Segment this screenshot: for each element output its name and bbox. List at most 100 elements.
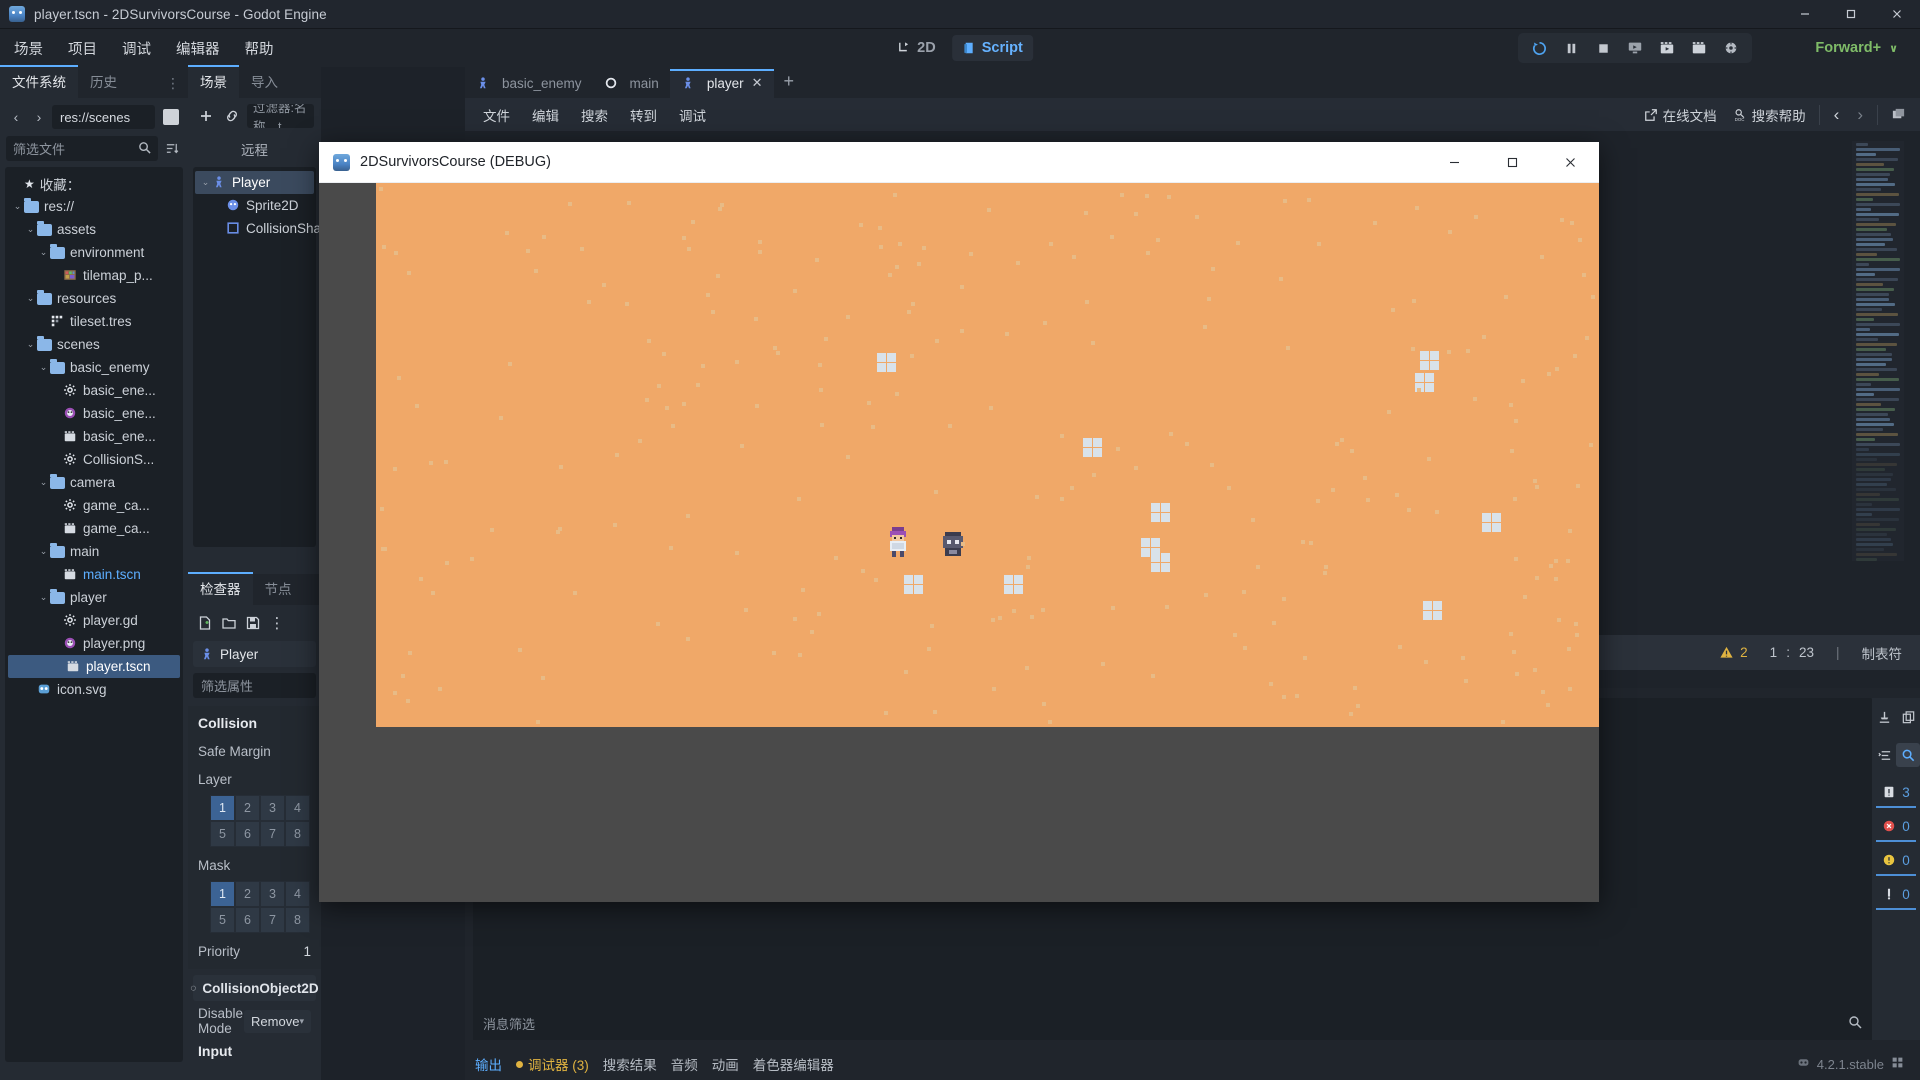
- clear-output-icon[interactable]: [1872, 705, 1896, 729]
- filesystem-item[interactable]: ⌄ main: [5, 540, 183, 563]
- editor-tab-player[interactable]: player ✕: [669, 69, 774, 98]
- collision-object-2d-header[interactable]: ◌ CollisionObject2D: [190, 975, 319, 1001]
- close-button[interactable]: [1874, 0, 1920, 29]
- bottom-tab[interactable]: 搜索结果: [603, 1054, 657, 1074]
- filesystem-item[interactable]: ⌄ basic_enemy: [5, 356, 183, 379]
- filesystem-item[interactable]: basic_ene...: [5, 425, 183, 448]
- nav-forward-button[interactable]: ›: [1848, 105, 1872, 125]
- save-resource-icon[interactable]: [242, 612, 264, 634]
- search-icon[interactable]: [1848, 1015, 1862, 1032]
- mask-bit-grid[interactable]: 1234 5678: [210, 881, 321, 933]
- menu-editor[interactable]: 编辑器: [165, 34, 231, 63]
- collision-bit[interactable]: 7: [260, 907, 285, 933]
- current-path-display[interactable]: res://scenes: [52, 105, 155, 129]
- collision-bit[interactable]: 6: [235, 821, 260, 847]
- chevron-down-icon[interactable]: ⌄: [37, 247, 50, 258]
- script-menu-debug[interactable]: 调试: [669, 101, 716, 129]
- filesystem-tree[interactable]: ★ 收藏： ⌄ res:// ⌄ assets ⌄ environment tilemap_p.…: [5, 167, 183, 1062]
- filesystem-item[interactable]: CollisionS...: [5, 448, 183, 471]
- filesystem-item[interactable]: icon.svg: [5, 678, 183, 701]
- close-icon[interactable]: ✕: [752, 75, 763, 91]
- collision-bit[interactable]: 2: [235, 881, 260, 907]
- run-project-icon[interactable]: [1524, 35, 1554, 61]
- bottom-tab[interactable]: 动画: [712, 1054, 739, 1074]
- collision-bit[interactable]: 8: [285, 821, 310, 847]
- scene-node-tree[interactable]: ⌄ Player Sprite2D CollisionSha: [193, 167, 321, 547]
- editor-tab-main[interactable]: main: [593, 70, 670, 98]
- filesystem-item[interactable]: player.gd: [5, 609, 183, 632]
- chevron-down-icon[interactable]: ⌄: [24, 224, 37, 235]
- filesystem-item[interactable]: game_ca...: [5, 517, 183, 540]
- filesystem-item[interactable]: player.tscn: [8, 655, 180, 678]
- chevron-down-icon[interactable]: ⌄: [11, 201, 24, 212]
- pause-icon[interactable]: [1556, 35, 1586, 61]
- filesystem-item[interactable]: basic_ene...: [5, 402, 183, 425]
- filesystem-item[interactable]: ★ 收藏：: [5, 172, 183, 195]
- nav-forward-button[interactable]: ›: [29, 106, 49, 128]
- collision-bit[interactable]: 1: [210, 881, 235, 907]
- new-tab-button[interactable]: +: [774, 69, 805, 98]
- renderer-selector[interactable]: Forward+ ∨: [1815, 29, 1898, 67]
- disable-mode-select[interactable]: Remove ▾: [244, 1009, 311, 1033]
- bottom-tab[interactable]: 着色器编辑器: [753, 1054, 834, 1074]
- overflow-menu-icon[interactable]: ⋮: [158, 75, 188, 98]
- chevron-down-icon[interactable]: ⌄: [199, 177, 212, 188]
- mode-2d-button[interactable]: 2D: [887, 35, 946, 61]
- filesystem-item[interactable]: ⌄ res://: [5, 195, 183, 218]
- message-filter-input[interactable]: 消息筛选: [473, 1007, 1872, 1040]
- error-count-chip[interactable]: 0: [1876, 812, 1916, 842]
- movie-play-icon[interactable]: [1652, 35, 1682, 61]
- mode-script-button[interactable]: Script: [951, 35, 1033, 61]
- game-minimize-button[interactable]: [1425, 142, 1483, 183]
- warning-count-chip[interactable]: 0: [1876, 846, 1916, 876]
- new-resource-icon[interactable]: [194, 612, 216, 634]
- filesystem-item[interactable]: main.tscn: [5, 563, 183, 586]
- editor-tab-basic_enemy[interactable]: basic_enemy: [465, 70, 593, 98]
- filesystem-item[interactable]: ⌄ environment: [5, 241, 183, 264]
- filesystem-item[interactable]: ⌄ resources: [5, 287, 183, 310]
- safe-margin-row[interactable]: Safe Margin: [188, 737, 321, 765]
- game-maximize-button[interactable]: [1483, 142, 1541, 183]
- tab-import[interactable]: 导入: [239, 65, 290, 98]
- bottom-tab[interactable]: 调试器 (3): [516, 1054, 589, 1074]
- maximize-button[interactable]: [1828, 0, 1874, 29]
- priority-row[interactable]: Priority 1: [188, 937, 321, 965]
- collision-bit[interactable]: 5: [210, 821, 235, 847]
- priority-value[interactable]: 1: [303, 944, 311, 959]
- script-menu-search[interactable]: 搜索: [571, 101, 618, 129]
- scene-tree-node[interactable]: CollisionSha: [193, 217, 321, 240]
- tab-history[interactable]: 历史: [78, 65, 129, 98]
- float-panel-icon[interactable]: [1883, 103, 1914, 126]
- menu-project[interactable]: 项目: [57, 34, 108, 63]
- tab-inspector[interactable]: 检查器: [188, 572, 253, 605]
- editor-message-count-chip[interactable]: 0: [1876, 880, 1916, 910]
- scene-tree-node[interactable]: Sprite2D: [193, 194, 316, 217]
- filter-search-icon[interactable]: [1896, 743, 1920, 767]
- filesystem-item[interactable]: ⌄ assets: [5, 218, 183, 241]
- game-close-button[interactable]: [1541, 142, 1599, 183]
- collision-bit[interactable]: 6: [235, 907, 260, 933]
- tab-filesystem[interactable]: 文件系统: [0, 65, 78, 98]
- layer-bit-grid[interactable]: 1234 5678: [210, 795, 321, 847]
- menu-scene[interactable]: 场景: [3, 34, 54, 63]
- file-filter-input[interactable]: 筛选文件: [6, 136, 158, 161]
- collapse-icon[interactable]: [1872, 743, 1896, 767]
- nav-back-button[interactable]: ‹: [1825, 105, 1849, 125]
- filesystem-item[interactable]: ⌄ scenes: [5, 333, 183, 356]
- chevron-down-icon[interactable]: ⌄: [37, 477, 50, 488]
- open-resource-icon[interactable]: [218, 612, 240, 634]
- tab-scene[interactable]: 场景: [188, 65, 239, 98]
- stop-icon[interactable]: [1588, 35, 1618, 61]
- chevron-down-icon[interactable]: ⌄: [24, 293, 37, 304]
- filesystem-item[interactable]: player.png: [5, 632, 183, 655]
- remote-debug-icon[interactable]: [1716, 35, 1746, 61]
- instance-scene-icon[interactable]: [221, 105, 243, 127]
- collision-bit[interactable]: 2: [235, 795, 260, 821]
- search-help-button[interactable]: DOC 搜索帮助: [1725, 101, 1814, 129]
- inspected-node-row[interactable]: Player: [193, 641, 316, 667]
- tab-node[interactable]: 节点: [253, 572, 304, 605]
- collision-bit[interactable]: 5: [210, 907, 235, 933]
- collision-bit[interactable]: 4: [285, 881, 310, 907]
- collision-bit[interactable]: 3: [260, 795, 285, 821]
- filesystem-item[interactable]: tilemap_p...: [5, 264, 183, 287]
